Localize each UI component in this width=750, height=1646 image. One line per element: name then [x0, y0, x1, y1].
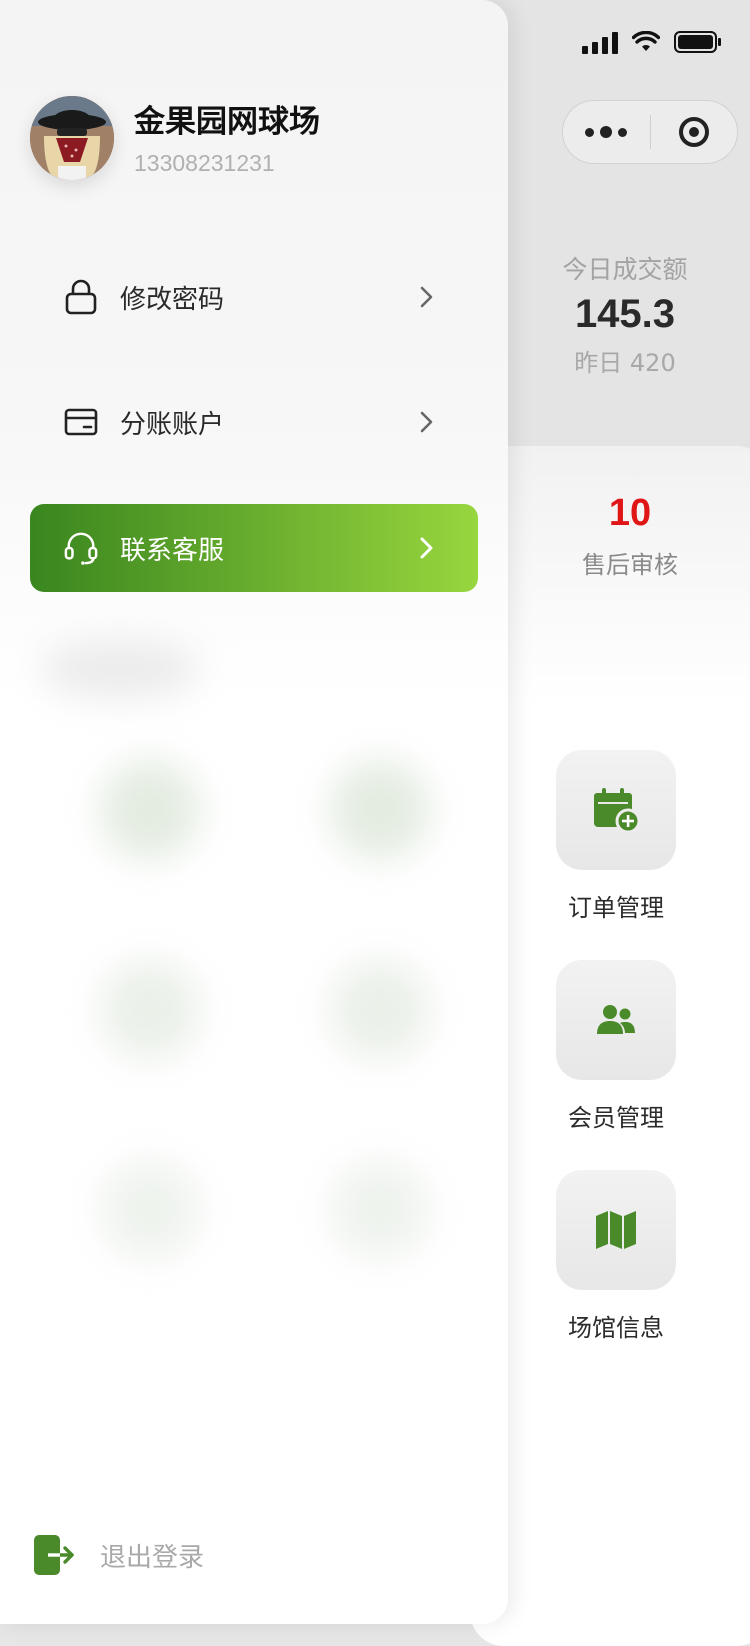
users-icon — [597, 1005, 635, 1034]
target-icon — [678, 117, 709, 147]
avatar[interactable] — [30, 96, 114, 180]
blurred-placeholder — [100, 1160, 200, 1260]
mini-program-capsule — [562, 100, 738, 164]
logout-label: 退出登录 — [100, 1542, 205, 1573]
yesterday-revenue: 昨日 420 — [574, 349, 676, 377]
tile-label: 场馆信息 — [568, 1314, 664, 1342]
venue-name: 金果园网球场 — [134, 104, 320, 140]
cellular-signal-icon — [582, 30, 618, 54]
blurred-placeholder — [330, 760, 430, 860]
tile-label: 订单管理 — [568, 894, 664, 922]
blurred-content-area — [20, 620, 490, 1380]
menu-item-label: 修改密码 — [120, 284, 225, 315]
today-revenue-value: 145.3 — [574, 292, 676, 336]
chevron-right-icon — [420, 537, 440, 559]
calendar-plus-icon — [594, 788, 640, 833]
menu-item-label: 分账账户 — [120, 409, 225, 440]
after-sales-label: 售后审核 — [582, 551, 678, 579]
blurred-placeholder — [100, 760, 200, 860]
menu-item-contact-support[interactable]: 联系客服 — [30, 504, 478, 592]
menu-item-change-password[interactable]: 修改密码 — [30, 253, 478, 341]
chevron-right-icon — [420, 286, 440, 308]
after-sales-review-stat[interactable]: 10 售后审核 — [560, 492, 700, 580]
wifi-icon — [632, 31, 660, 51]
tile-icon-box — [556, 1170, 676, 1290]
blurred-placeholder — [330, 1160, 430, 1260]
chevron-right-icon — [420, 411, 440, 433]
logout-icon — [34, 1535, 74, 1575]
wallet-icon — [64, 405, 98, 439]
today-revenue-stat: 今日成交额 145.3 昨日 420 — [540, 250, 710, 378]
menu-item-label: 联系客服 — [120, 535, 225, 566]
avatar-image — [30, 96, 114, 180]
side-drawer: 金果园网球场 13308231231 修改密码 分账账户 联系客服 退出登录 — [0, 0, 508, 1624]
tile-venue-info[interactable]: 场馆信息 — [556, 1170, 676, 1343]
tile-member-management[interactable]: 会员管理 — [556, 960, 676, 1133]
battery-icon — [674, 31, 721, 53]
close-program-button[interactable] — [651, 101, 738, 163]
more-button[interactable] — [563, 101, 650, 163]
logout-button[interactable]: 退出登录 — [32, 1534, 204, 1576]
blurred-placeholder — [40, 640, 200, 700]
tile-icon-box — [556, 960, 676, 1080]
blurred-placeholder — [330, 960, 430, 1060]
after-sales-count: 10 — [608, 492, 652, 534]
menu-item-split-account[interactable]: 分账账户 — [30, 378, 478, 466]
tile-icon-box — [556, 750, 676, 870]
tile-order-management[interactable]: 订单管理 — [556, 750, 676, 923]
headset-icon — [64, 531, 98, 565]
venue-phone: 13308231231 — [134, 150, 275, 176]
lock-icon — [64, 279, 98, 315]
map-icon — [596, 1211, 636, 1249]
status-bar — [582, 30, 722, 54]
blurred-placeholder — [100, 960, 200, 1060]
today-revenue-label: 今日成交额 — [562, 255, 688, 284]
more-dots-icon — [585, 126, 628, 138]
tile-label: 会员管理 — [568, 1104, 664, 1132]
